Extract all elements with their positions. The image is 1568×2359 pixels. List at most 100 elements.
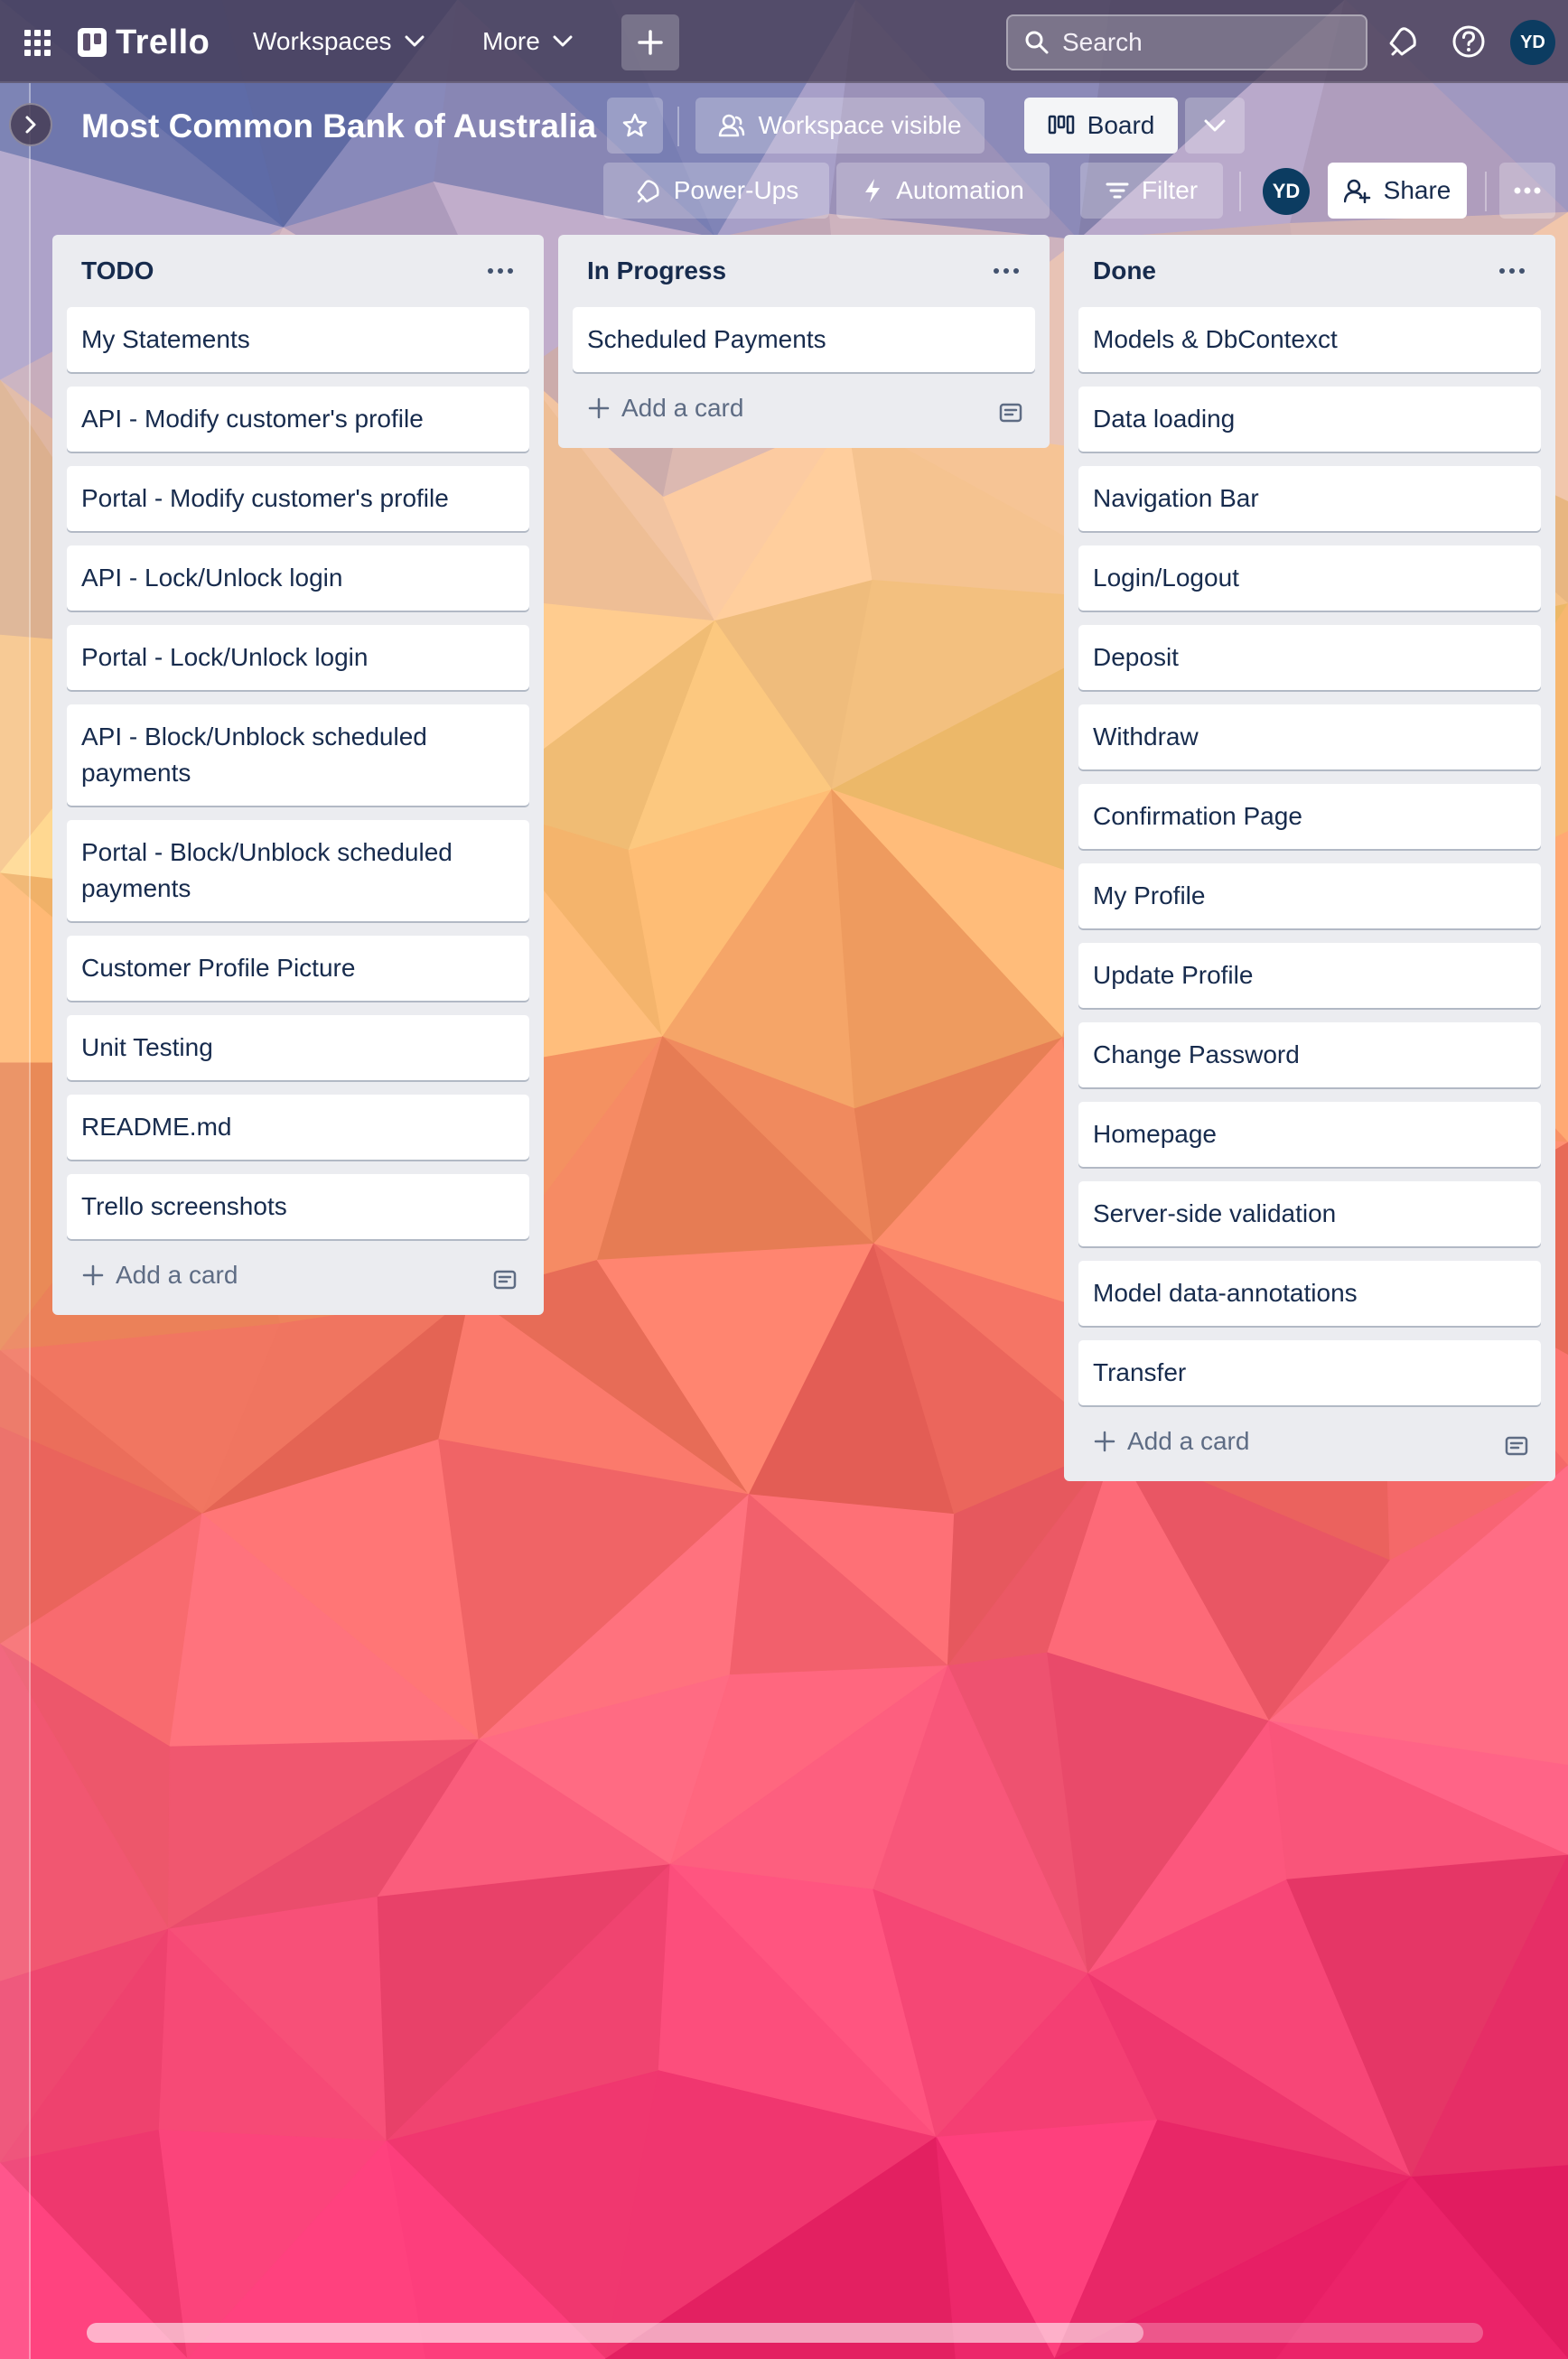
card[interactable]: Server-side validation xyxy=(1078,1181,1541,1246)
plus-icon xyxy=(588,397,610,419)
card[interactable]: Scheduled Payments xyxy=(573,307,1035,372)
board-title[interactable]: Most Common Bank of Australia xyxy=(81,101,596,152)
header-divider xyxy=(1239,172,1241,211)
app-switcher-icon[interactable] xyxy=(23,29,52,58)
board-view-label: Board xyxy=(1087,111,1155,139)
search-box[interactable] xyxy=(1006,14,1367,70)
add-card-button[interactable]: Add a card xyxy=(1093,1427,1249,1456)
card[interactable]: Unit Testing xyxy=(67,1015,529,1080)
card[interactable]: Transfer xyxy=(1078,1340,1541,1405)
card-list: Scheduled Payments xyxy=(573,307,1035,372)
card[interactable]: Models & DbContexct xyxy=(1078,307,1541,372)
share-label: Share xyxy=(1383,176,1451,204)
chevron-down-icon xyxy=(1204,119,1226,132)
card[interactable]: API - Modify customer's profile xyxy=(67,387,529,452)
board-member-avatar[interactable]: YD xyxy=(1263,168,1310,215)
list-menu-icon[interactable] xyxy=(988,258,1024,284)
card[interactable]: API - Block/Unblock scheduled payments xyxy=(67,704,529,806)
card[interactable]: Navigation Bar xyxy=(1078,466,1541,531)
filter-icon xyxy=(1106,182,1129,199)
search-input[interactable] xyxy=(1062,28,1351,57)
help-icon[interactable] xyxy=(1451,23,1487,60)
trello-logo[interactable]: Trello xyxy=(78,23,210,61)
card[interactable]: Data loading xyxy=(1078,387,1541,452)
list-done: Done Models & DbContexct Data loading Navi… xyxy=(1064,235,1555,1481)
card-template-icon[interactable] xyxy=(997,399,1024,426)
workspaces-label: Workspaces xyxy=(253,27,392,55)
add-card-button[interactable]: Add a card xyxy=(587,394,743,423)
add-card-row: Add a card xyxy=(573,376,1035,448)
workspace-people-icon xyxy=(719,114,745,137)
card[interactable]: Update Profile xyxy=(1078,943,1541,1008)
list-todo: TODO My Statements API - Modify customer'… xyxy=(52,235,544,1315)
list-title[interactable]: TODO xyxy=(81,256,154,285)
automation-label: Automation xyxy=(896,176,1024,204)
list-menu-icon[interactable] xyxy=(1494,258,1530,284)
trello-logo-icon xyxy=(78,28,107,57)
card[interactable]: My Statements xyxy=(67,307,529,372)
filter-label: Filter xyxy=(1141,176,1199,204)
add-card-label: Add a card xyxy=(116,1261,238,1289)
card-template-icon[interactable] xyxy=(491,1266,518,1293)
list-title[interactable]: In Progress xyxy=(587,256,726,285)
plus-icon xyxy=(82,1264,104,1286)
expand-sidebar-button[interactable] xyxy=(9,103,52,146)
card[interactable]: Portal - Block/Unblock scheduled payment… xyxy=(67,820,529,921)
card[interactable]: Confirmation Page xyxy=(1078,784,1541,849)
chevron-down-icon xyxy=(553,35,573,47)
chevron-down-icon xyxy=(405,35,425,47)
list-header: In Progress xyxy=(573,235,1035,307)
lightning-icon xyxy=(865,179,881,202)
board-view-button[interactable]: Board xyxy=(1024,98,1178,154)
add-card-button[interactable]: Add a card xyxy=(81,1261,238,1290)
list-header: TODO xyxy=(67,235,529,307)
list-title[interactable]: Done xyxy=(1093,256,1156,285)
card[interactable]: Login/Logout xyxy=(1078,545,1541,611)
visibility-label: Workspace visible xyxy=(758,111,962,139)
star-board-button[interactable] xyxy=(607,98,663,154)
horizontal-scrollbar-thumb[interactable] xyxy=(87,2323,1143,2343)
star-icon xyxy=(622,113,648,137)
visibility-button[interactable]: Workspace visible xyxy=(695,98,985,154)
card[interactable]: Portal - Lock/Unlock login xyxy=(67,625,529,690)
automation-button[interactable]: Automation xyxy=(836,163,1050,219)
notifications-icon[interactable] xyxy=(1386,23,1422,60)
plus-icon xyxy=(1094,1431,1115,1452)
power-ups-button[interactable]: Power-Ups xyxy=(603,163,829,219)
more-menu-button[interactable]: More xyxy=(470,14,585,69)
more-dots-icon xyxy=(1514,187,1541,194)
create-button[interactable] xyxy=(621,14,679,70)
board-member-initials: YD xyxy=(1272,180,1301,202)
card[interactable]: My Profile xyxy=(1078,863,1541,928)
account-avatar-initials: YD xyxy=(1520,32,1545,52)
add-card-row: Add a card xyxy=(67,1243,529,1315)
card-template-icon[interactable] xyxy=(1503,1432,1530,1459)
collapsed-sidebar xyxy=(0,83,31,2359)
card-list: My Statements API - Modify customer's pro… xyxy=(67,307,529,1239)
card[interactable]: Model data-annotations xyxy=(1078,1261,1541,1326)
card[interactable]: Change Password xyxy=(1078,1022,1541,1087)
card[interactable]: Portal - Modify customer's profile xyxy=(67,466,529,531)
card[interactable]: README.md xyxy=(67,1095,529,1160)
card[interactable]: Deposit xyxy=(1078,625,1541,690)
list-menu-icon[interactable] xyxy=(482,258,518,284)
card[interactable]: Withdraw xyxy=(1078,704,1541,769)
filter-button[interactable]: Filter xyxy=(1080,163,1223,219)
rocket-icon xyxy=(637,180,659,203)
search-icon xyxy=(1025,31,1049,54)
add-card-row: Add a card xyxy=(1078,1409,1541,1481)
plus-icon xyxy=(638,30,663,55)
list-in-progress: In Progress Scheduled Payments Add a car… xyxy=(558,235,1050,448)
board-menu-button[interactable] xyxy=(1499,163,1555,219)
share-button[interactable]: Share xyxy=(1328,163,1467,219)
account-avatar[interactable]: YD xyxy=(1510,20,1555,65)
board-view-icon xyxy=(1048,115,1074,135)
card[interactable]: Customer Profile Picture xyxy=(67,936,529,1001)
card[interactable]: API - Lock/Unlock login xyxy=(67,545,529,611)
card[interactable]: Trello screenshots xyxy=(67,1174,529,1239)
workspaces-menu-button[interactable]: Workspaces xyxy=(240,14,437,69)
card[interactable]: Homepage xyxy=(1078,1102,1541,1167)
power-ups-label: Power-Ups xyxy=(673,176,799,204)
header-divider xyxy=(677,107,679,146)
view-switcher-button[interactable] xyxy=(1185,98,1245,154)
